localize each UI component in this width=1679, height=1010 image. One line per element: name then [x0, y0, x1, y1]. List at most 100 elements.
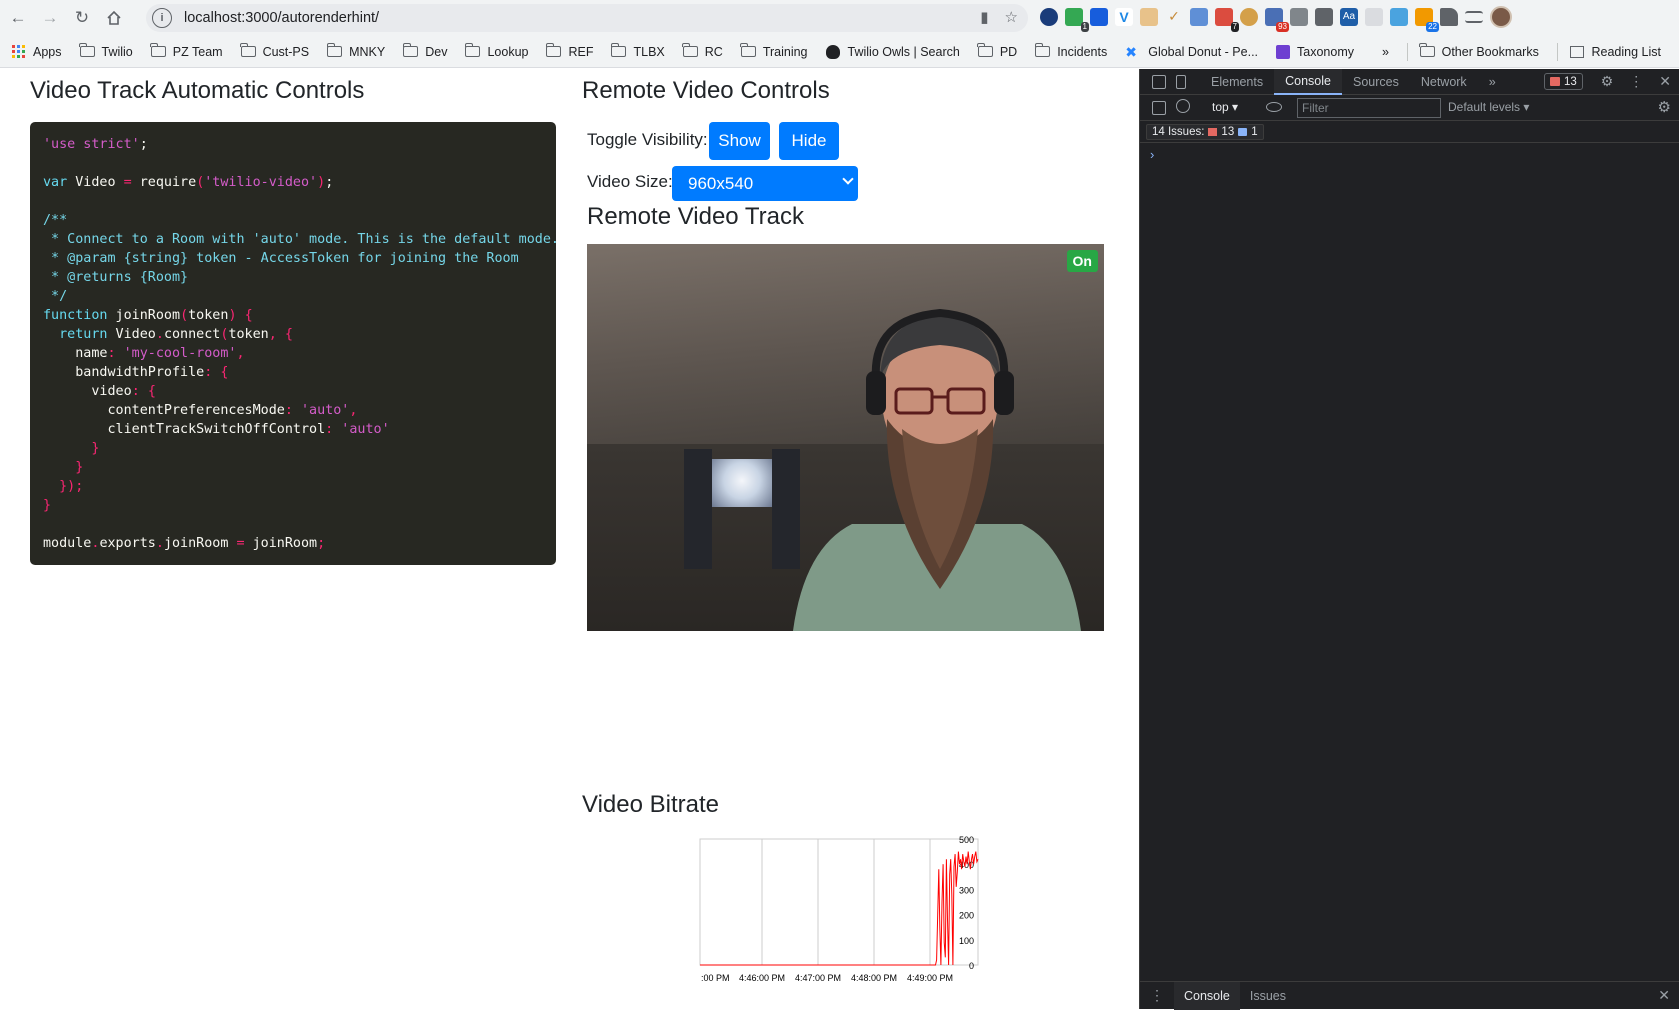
home-icon[interactable] — [100, 4, 128, 32]
issues-button[interactable]: 14 Issues: 13 1 — [1146, 123, 1264, 140]
kebab-menu-icon[interactable]: ⋮ — [1629, 73, 1643, 90]
clear-console-icon[interactable] — [1176, 99, 1190, 113]
close-drawer-icon[interactable]: ✕ — [1658, 987, 1670, 1004]
error-count-badge[interactable]: 13 — [1544, 73, 1583, 90]
drawer-tab-console[interactable]: Console — [1174, 981, 1240, 1010]
bookmark-item[interactable]: Twilio Owls | Search — [825, 44, 960, 59]
profile-avatar[interactable] — [1490, 6, 1512, 28]
folder-icon — [682, 43, 698, 57]
reload-icon[interactable]: ↻ — [68, 4, 96, 32]
issues-error-count: 13 — [1221, 125, 1235, 138]
bookmark-item[interactable]: RC — [682, 43, 723, 59]
ext-calendar-icon[interactable]: 93 — [1265, 8, 1289, 32]
live-expression-eye-icon[interactable] — [1266, 102, 1282, 112]
bookmark-item[interactable]: MNKY — [326, 43, 385, 59]
more-tabs-icon[interactable]: » — [1478, 69, 1507, 95]
code-line: * @returns {Room} — [43, 268, 556, 287]
bookmark-item[interactable]: Apps — [12, 45, 62, 59]
media-queue-icon[interactable] — [1465, 11, 1483, 23]
issues-bar: 14 Issues: 13 1 — [1140, 121, 1679, 143]
console-prompt[interactable]: › — [1150, 147, 1679, 162]
context-selector[interactable]: top ▾ — [1212, 100, 1238, 114]
bookmark-label: Apps — [33, 44, 62, 59]
ext-brush-icon[interactable]: ✓ — [1165, 8, 1183, 26]
code-token: contentPreferencesMode — [43, 403, 285, 418]
code-token: ; — [317, 536, 326, 551]
bookmark-item[interactable]: Taxonomy — [1276, 44, 1354, 59]
inspect-element-icon[interactable] — [1152, 74, 1166, 89]
ext-window-icon[interactable] — [1390, 8, 1408, 26]
code-line: }); — [43, 477, 556, 496]
bookmarks-overflow-icon[interactable]: » — [1382, 45, 1389, 59]
bookmark-item[interactable]: Lookup — [465, 43, 528, 59]
folder-icon — [326, 43, 343, 57]
device-toolbar-icon[interactable] — [1176, 74, 1186, 89]
bookmark-item[interactable]: Cust-PS — [240, 43, 309, 59]
remote-controls-title: Remote Video Controls — [582, 77, 830, 104]
ext-sheets-icon[interactable]: 1 — [1065, 8, 1089, 32]
code-line: name: 'my-cool-room', — [43, 344, 556, 363]
ext-paper-icon[interactable] — [1365, 8, 1383, 26]
ext-rss-icon[interactable]: 22 — [1415, 8, 1439, 32]
devtools-tab-network[interactable]: Network — [1410, 69, 1478, 95]
folder-icon — [546, 43, 562, 57]
site-info-icon[interactable]: i — [152, 8, 172, 28]
ext-shield-icon[interactable] — [1090, 8, 1108, 26]
ext-todoist-icon[interactable]: 7 — [1215, 8, 1239, 32]
drawer-tab-issues[interactable]: Issues — [1240, 982, 1296, 1010]
code-line: video: { — [43, 382, 556, 401]
devtools-tab-elements[interactable]: Elements — [1200, 69, 1274, 95]
ext-search-icon[interactable] — [1315, 8, 1333, 26]
drawer-menu-icon[interactable]: ⋮ — [1140, 987, 1174, 1004]
bookmark-item[interactable]: Incidents — [1034, 43, 1107, 59]
bitrate-chart: 5004003002001000:00 PM 4:46:00 PM 4:47:00 … — [699, 835, 979, 983]
bookmark-item[interactable]: TLBX — [611, 43, 665, 59]
other-bookmarks[interactable]: Other Bookmarks — [1419, 43, 1539, 59]
hide-button[interactable]: Hide — [779, 122, 839, 160]
devtools-tab-console[interactable]: Console — [1274, 68, 1342, 95]
code-token: * Connect to a Room with 'auto' mode. Th… — [43, 232, 559, 247]
code-token: Video — [107, 327, 156, 342]
camera-icon[interactable]: ▮ — [980, 8, 988, 26]
error-icon — [1550, 77, 1560, 86]
bookmark-item[interactable]: Dev — [402, 43, 447, 59]
url-text: localhost:3000/autorenderhint/ — [184, 10, 380, 26]
bookmark-item[interactable]: Twilio — [79, 43, 133, 59]
code-token: * @param {string} token - AccessToken fo… — [43, 251, 519, 266]
bookmark-item[interactable]: Training — [740, 43, 808, 59]
video-size-select[interactable]: 960x540 — [672, 166, 858, 201]
bookmark-item[interactable]: ✖ Global Donut - Pe... — [1125, 45, 1258, 59]
bookmark-item[interactable]: PZ Team — [150, 43, 223, 59]
show-button[interactable]: Show — [709, 122, 770, 160]
reading-list[interactable]: Reading List — [1569, 45, 1661, 59]
code-token: clientTrackSwitchOffControl — [43, 422, 326, 437]
settings-gear-icon[interactable]: ⚙ — [1601, 73, 1614, 90]
code-token: 'twilio-video' — [204, 175, 318, 190]
bookmark-star-icon[interactable]: ☆ — [1005, 8, 1018, 26]
log-levels-dropdown[interactable]: Default levels ▾ — [1448, 100, 1529, 114]
ext-gray-icon[interactable] — [1290, 8, 1308, 26]
folder-icon — [465, 43, 481, 57]
ext-v-icon[interactable]: V — [1115, 8, 1133, 26]
devtools-tab-sources[interactable]: Sources — [1342, 69, 1410, 95]
close-devtools-icon[interactable]: ✕ — [1659, 73, 1671, 90]
extensions-puzzle-icon[interactable] — [1440, 8, 1458, 26]
ext-folder-icon[interactable] — [1140, 8, 1158, 26]
back-icon[interactable]: ← — [4, 4, 32, 32]
code-token: bandwidthProfile — [43, 365, 205, 380]
forward-icon[interactable]: → — [36, 4, 64, 32]
code-line: bandwidthProfile: { — [43, 363, 556, 382]
ext-grid-icon[interactable] — [1190, 8, 1208, 26]
ext-dictionary-icon[interactable]: Aa — [1340, 8, 1358, 26]
console-settings-icon[interactable]: ⚙ — [1658, 98, 1671, 116]
ext-circle-icon[interactable] — [1040, 8, 1058, 26]
address-bar[interactable]: i localhost:3000/autorenderhint/ ▮ ☆ — [146, 4, 1028, 32]
bookmark-item[interactable]: PD — [977, 43, 1017, 59]
console-filter-input[interactable]: Filter — [1297, 98, 1441, 118]
bookmark-item[interactable]: REF — [546, 43, 593, 59]
sidebar-toggle-icon[interactable] — [1152, 100, 1166, 115]
ext-cookie-icon[interactable] — [1240, 8, 1258, 26]
remote-video[interactable]: On — [587, 244, 1104, 631]
